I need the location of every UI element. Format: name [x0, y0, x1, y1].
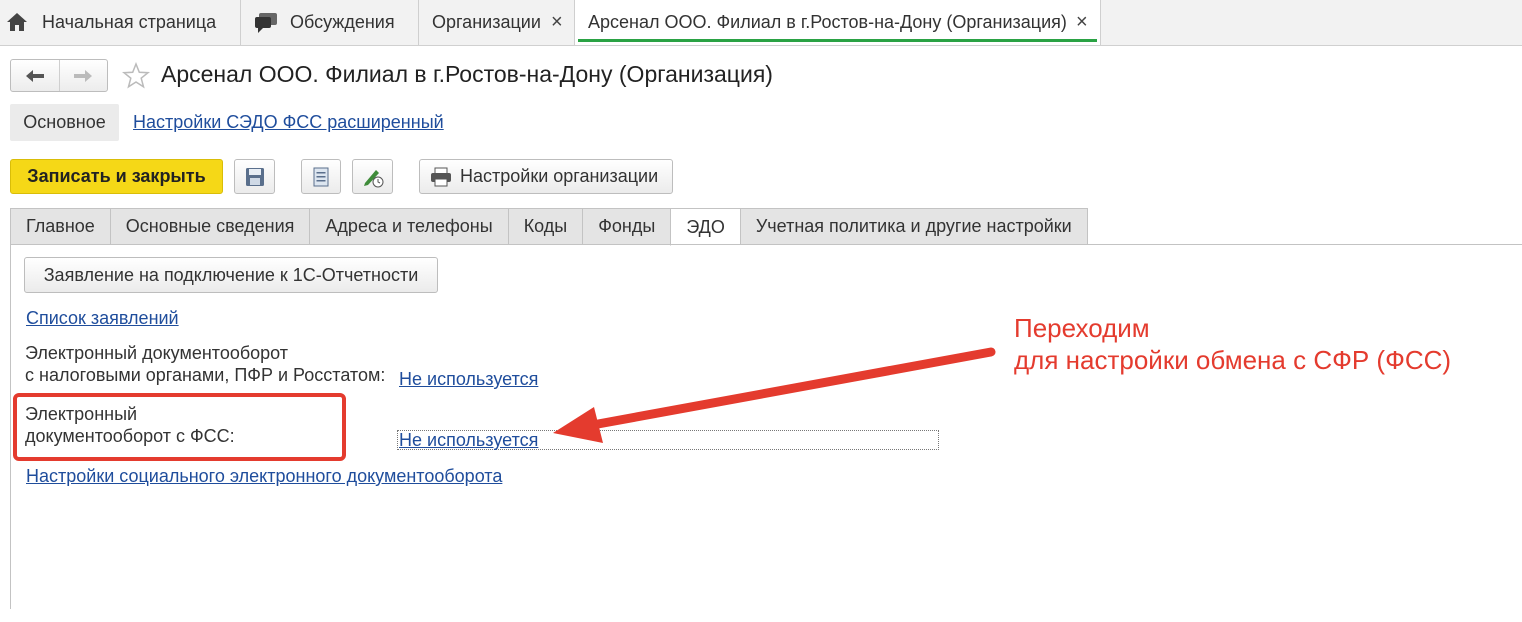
- annotation-arrow: [553, 347, 996, 443]
